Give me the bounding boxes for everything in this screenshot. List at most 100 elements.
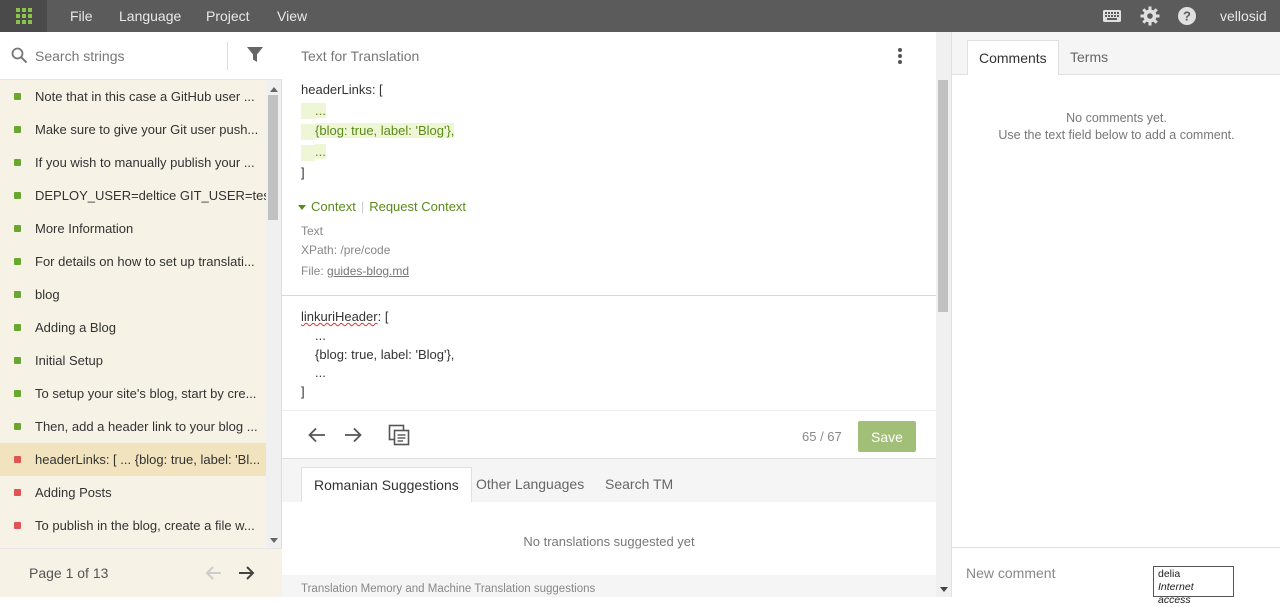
section-title: Text for Translation — [301, 48, 420, 64]
request-context-link[interactable]: Request Context — [369, 199, 466, 214]
menu-file[interactable]: File — [70, 8, 93, 24]
next-page-icon[interactable] — [237, 564, 255, 582]
list-item[interactable]: To publish in the blog, create a file w.… — [0, 509, 266, 542]
user-name[interactable]: vellosid — [1220, 8, 1267, 24]
source-text: headerLinks: [ ... {blog: true, label: '… — [301, 80, 455, 183]
empty-comments-hint: Use the text field below to add a commen… — [998, 128, 1235, 142]
pager: Page 1 of 13 — [0, 548, 282, 597]
next-string-icon[interactable] — [343, 425, 363, 445]
editor-toolbar: 65 / 67 Save — [282, 410, 936, 458]
list-item-label: Then, add a header link to your blog ... — [35, 419, 258, 434]
scrollbar-thumb[interactable] — [268, 95, 278, 220]
source-line: headerLinks: [ — [301, 82, 383, 97]
status-dot-icon — [14, 192, 21, 199]
comments-panel: Comments Terms No comments yet. Use the … — [951, 32, 1280, 597]
status-dot-icon — [14, 291, 21, 298]
list-item-label: Initial Setup — [35, 353, 103, 368]
menu-project[interactable]: Project — [206, 8, 250, 24]
list-item[interactable]: blog — [0, 278, 266, 311]
gear-icon[interactable] — [1140, 6, 1160, 26]
translation-editor: Text for Translation headerLinks: [ ... … — [282, 32, 936, 597]
suggestions-panel: Romanian Suggestions Other Languages Sea… — [282, 458, 936, 597]
string-list: Note that in this case a GitHub user ...… — [0, 80, 266, 542]
list-item[interactable]: Make sure to give your Git user push... — [0, 113, 266, 146]
list-item-label: To setup your site's blog, start by cre.… — [35, 386, 257, 401]
translation-line: {blog: true, label: 'Blog'}, — [315, 346, 455, 362]
list-item[interactable]: Initial Setup — [0, 344, 266, 377]
list-item-label: DEPLOY_USER=deltice GIT_USER=tes... — [35, 188, 266, 203]
list-item[interactable]: More Information — [0, 212, 266, 245]
list-item[interactable]: Adding a Blog — [0, 311, 266, 344]
page-indicator: Page 1 of 13 — [29, 565, 109, 581]
translation-line: ... — [315, 365, 326, 381]
source-line: ... — [315, 144, 326, 160]
list-item-label: If you wish to manually publish your ... — [35, 155, 255, 170]
tab-romanian-suggestions[interactable]: Romanian Suggestions — [301, 467, 472, 502]
keyboard-icon[interactable] — [1102, 6, 1122, 26]
status-dot-icon — [14, 456, 21, 463]
list-item[interactable]: Adding Posts — [0, 476, 266, 509]
context-type: Text — [301, 224, 324, 238]
menu-view[interactable]: View — [277, 8, 307, 24]
list-item[interactable]: To setup your site's blog, start by cre.… — [0, 377, 266, 410]
context-xpath: XPath: /pre/code — [301, 243, 391, 257]
source-line: {blog: true, label: 'Blog'}, — [315, 123, 455, 139]
list-item[interactable]: headerLinks: [ ... {blog: true, label: '… — [0, 443, 266, 476]
scroll-down-arrow[interactable] — [270, 538, 278, 543]
suggestions-footer: Translation Memory and Machine Translati… — [301, 583, 596, 595]
context-toggle[interactable]: Context — [311, 199, 356, 214]
source-line: ... — [315, 102, 326, 118]
copy-source-icon[interactable] — [388, 424, 410, 446]
apps-grid-button[interactable] — [0, 0, 47, 32]
previous-page-icon[interactable] — [205, 564, 223, 582]
scroll-up-arrow[interactable] — [270, 87, 278, 92]
list-item-label: headerLinks: [ ... {blog: true, label: '… — [35, 452, 261, 467]
list-item[interactable]: Then, add a header link to your blog ... — [0, 410, 266, 443]
empty-comments-message: No comments yet. Use the text field belo… — [952, 110, 1280, 144]
context-details: Text XPath: /pre/code File: guides-blog.… — [301, 222, 409, 281]
scrollbar-thumb[interactable] — [938, 80, 948, 312]
tab-comments[interactable]: Comments — [967, 40, 1059, 75]
more-options-icon[interactable] — [898, 48, 902, 64]
status-dot-icon — [14, 258, 21, 265]
search-icon — [11, 47, 28, 64]
previous-string-icon[interactable] — [307, 425, 327, 445]
list-item[interactable]: If you wish to manually publish your ... — [0, 146, 266, 179]
caret-down-icon — [298, 205, 306, 211]
search-input[interactable] — [35, 46, 215, 66]
list-item-label: Make sure to give your Git user push... — [35, 122, 259, 137]
status-dot-icon — [14, 324, 21, 331]
status-dot-icon — [14, 390, 21, 397]
right-tabs: Comments Terms — [952, 32, 1280, 75]
translation-input[interactable]: linkuriHeader: [ ... {blog: true, label:… — [301, 308, 454, 402]
menu-language[interactable]: Language — [119, 8, 181, 24]
status-dot-icon — [14, 93, 21, 100]
status-dot-icon — [14, 159, 21, 166]
help-icon[interactable]: ? — [1177, 6, 1197, 26]
editor-scrollbar[interactable] — [936, 32, 951, 597]
tooltip-status: Internet access — [1158, 581, 1194, 606]
tab-terms[interactable]: Terms — [1059, 40, 1119, 75]
status-dot-icon — [14, 423, 21, 430]
source-line: ] — [301, 164, 305, 180]
tab-other-languages[interactable]: Other Languages — [464, 467, 596, 502]
misspelled-word[interactable]: linkuriHeader — [301, 309, 378, 324]
suggestions-list: No translations suggested yet — [282, 502, 936, 575]
list-item-label: blog — [35, 287, 60, 302]
file-link[interactable]: guides-blog.md — [327, 264, 409, 278]
apps-grid-icon — [16, 8, 32, 24]
list-item[interactable]: For details on how to set up translati..… — [0, 245, 266, 278]
status-dot-icon — [14, 225, 21, 232]
new-comment-input[interactable] — [966, 563, 1146, 583]
list-item[interactable]: DEPLOY_USER=deltice GIT_USER=tes... — [0, 179, 266, 212]
filter-icon[interactable] — [246, 46, 264, 64]
scroll-down-arrow[interactable] — [940, 587, 948, 592]
svg-text:?: ? — [1183, 9, 1191, 24]
save-button[interactable]: Save — [858, 421, 916, 452]
list-item[interactable]: Note that in this case a GitHub user ... — [0, 80, 266, 113]
list-item-label: Adding a Blog — [35, 320, 116, 335]
tab-search-tm[interactable]: Search TM — [593, 467, 685, 502]
context-row: Context | Request Context — [298, 199, 466, 214]
file-label: File: — [301, 264, 328, 278]
status-dot-icon — [14, 126, 21, 133]
